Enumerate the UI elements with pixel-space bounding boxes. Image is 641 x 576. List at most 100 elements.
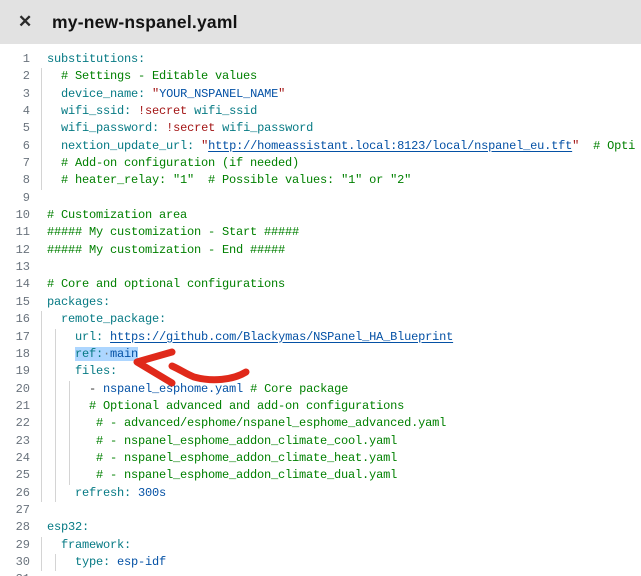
token-tealval: wifi_password (222, 121, 313, 135)
code-text[interactable]: # - nspanel_esphome_addon_climate_heat.y… (30, 450, 397, 467)
selected-token: · (103, 347, 110, 361)
code-text[interactable] (30, 259, 47, 276)
code-line: 9 (0, 190, 641, 207)
token-strq: " (278, 87, 285, 101)
token-plain (131, 104, 138, 118)
line-number: 28 (0, 519, 30, 536)
line-number: 23 (0, 433, 30, 450)
code-text[interactable]: device_name: "YOUR_NSPANEL_NAME" (30, 86, 285, 103)
code-line: 22 # - advanced/esphome/nspanel_esphome_… (0, 415, 641, 432)
code-line: 7 # Add-on configuration (if needed) (0, 155, 641, 172)
line-number: 13 (0, 259, 30, 276)
token-key: refresh: (75, 486, 131, 500)
line-number: 25 (0, 467, 30, 484)
code-line: 29 framework: (0, 537, 641, 554)
line-number: 21 (0, 398, 30, 415)
code-line: 12##### My customization - End ##### (0, 242, 641, 259)
code-text[interactable]: substitutions: (30, 51, 145, 68)
code-text[interactable]: files: (30, 363, 117, 380)
line-number: 19 (0, 363, 30, 380)
line-number: 12 (0, 242, 30, 259)
code-text[interactable] (30, 190, 47, 207)
line-number: 18 (0, 346, 30, 363)
token-plain (145, 87, 152, 101)
code-line: 6 nextion_update_url: "http://homeassist… (0, 138, 641, 155)
code-text[interactable]: # heater_relay: "1" # Possible values: "… (30, 172, 411, 189)
line-number: 26 (0, 485, 30, 502)
token-key: url: (75, 330, 103, 344)
token-plain (47, 121, 61, 135)
code-text[interactable]: # Add-on configuration (if needed) (30, 155, 299, 172)
code-text[interactable]: - nspanel_esphome.yaml # Core package (30, 381, 348, 398)
token-plain (47, 364, 75, 378)
code-line: 3 device_name: "YOUR_NSPANEL_NAME" (0, 86, 641, 103)
code-line: 11##### My customization - Start ##### (0, 224, 641, 241)
code-text[interactable]: nextion_update_url: "http://homeassistan… (30, 138, 635, 155)
code-text[interactable]: # Settings - Editable values (30, 68, 257, 85)
line-number: 15 (0, 294, 30, 311)
code-text[interactable]: # Customization area (30, 207, 187, 224)
code-text[interactable]: packages: (30, 294, 110, 311)
code-text[interactable]: # - nspanel_esphome_addon_climate_dual.y… (30, 467, 397, 484)
code-line: 28esp32: (0, 519, 641, 536)
token-plain (47, 399, 89, 413)
code-line: 2 # Settings - Editable values (0, 68, 641, 85)
code-line: 19 files: (0, 363, 641, 380)
token-url: http://homeassistant.local:8123/local/ns… (208, 139, 572, 153)
code-line: 10# Customization area (0, 207, 641, 224)
token-plain (47, 312, 61, 326)
token-plain (47, 555, 75, 569)
token-key: framework: (61, 538, 131, 552)
code-text[interactable] (30, 502, 47, 519)
token-str: YOUR_NSPANEL_NAME (159, 87, 278, 101)
token-dash: - (89, 382, 103, 396)
code-line: 18 ref:·main (0, 346, 641, 363)
code-line: 4 wifi_ssid: !secret wifi_ssid (0, 103, 641, 120)
token-plain (159, 121, 166, 135)
code-text[interactable]: ref:·main (30, 346, 138, 363)
code-line: 21 # Optional advanced and add-on config… (0, 398, 641, 415)
file-title: my-new-nspanel.yaml (52, 12, 238, 33)
token-comment: # Settings - Editable values (61, 69, 257, 83)
editor-header: ✕ my-new-nspanel.yaml (0, 0, 641, 44)
code-line: 5 wifi_password: !secret wifi_password (0, 120, 641, 137)
line-number: 7 (0, 155, 30, 172)
line-number: 9 (0, 190, 30, 207)
code-text[interactable]: # - nspanel_esphome_addon_climate_cool.y… (30, 433, 397, 450)
code-line: 24 # - nspanel_esphome_addon_climate_hea… (0, 450, 641, 467)
code-text[interactable]: ##### My customization - End ##### (30, 242, 285, 259)
token-tag: !secret (166, 121, 215, 135)
code-line: 30 type: esp-idf (0, 554, 641, 571)
token-strq: " (152, 87, 159, 101)
close-icon[interactable]: ✕ (18, 0, 44, 44)
code-text[interactable]: # Optional advanced and add-on configura… (30, 398, 404, 415)
token-plain (47, 382, 89, 396)
code-text[interactable]: esp32: (30, 519, 89, 536)
selected-token: ref: (75, 347, 103, 361)
code-line: 27 (0, 502, 641, 519)
token-key: packages: (47, 295, 110, 309)
code-text[interactable]: # - advanced/esphome/nspanel_esphome_adv… (30, 415, 446, 432)
token-comment: # Customization area (47, 208, 187, 222)
line-number: 24 (0, 450, 30, 467)
code-text[interactable]: url: https://github.com/Blackymas/NSPane… (30, 329, 453, 346)
token-tealval: wifi_ssid (194, 104, 257, 118)
code-text[interactable]: wifi_password: !secret wifi_password (30, 120, 313, 137)
code-text[interactable]: ##### My customization - Start ##### (30, 224, 299, 241)
line-number: 14 (0, 276, 30, 293)
code-text[interactable] (30, 571, 47, 576)
code-text[interactable]: framework: (30, 537, 131, 554)
token-comment: # Core and optional configurations (47, 277, 285, 291)
token-plain (47, 104, 61, 118)
token-tag: !secret (138, 104, 187, 118)
code-text[interactable]: remote_package: (30, 311, 166, 328)
token-plain (110, 555, 117, 569)
code-text[interactable]: refresh: 300s (30, 485, 166, 502)
code-text[interactable]: wifi_ssid: !secret wifi_ssid (30, 103, 257, 120)
line-number: 8 (0, 172, 30, 189)
code-text[interactable]: type: esp-idf (30, 554, 166, 571)
code-editor[interactable]: 1substitutions:2 # Settings - Editable v… (0, 44, 641, 576)
token-plain (47, 347, 75, 361)
token-plain (131, 486, 138, 500)
code-text[interactable]: # Core and optional configurations (30, 276, 285, 293)
